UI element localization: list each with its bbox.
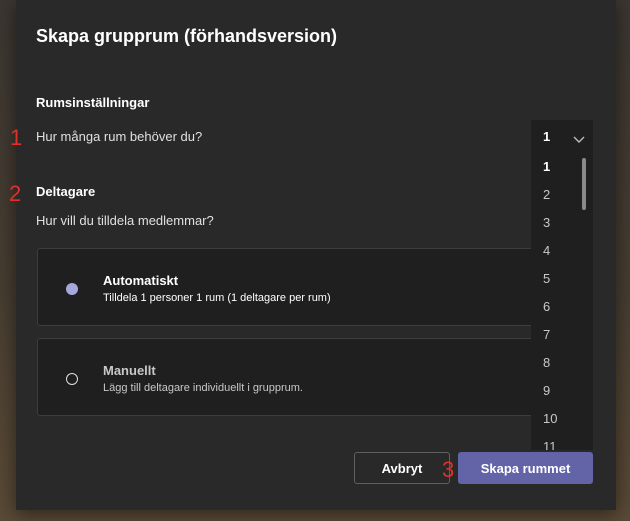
list-option[interactable]: 2 (543, 187, 550, 202)
radio-unselected-icon[interactable] (66, 373, 78, 385)
list-option[interactable]: 7 (543, 327, 550, 342)
room-count-listbox[interactable]: 1 2 3 4 5 6 7 8 9 10 11 (531, 152, 593, 450)
option-title: Automatiskt (103, 273, 179, 288)
annotation-marker-2: 2 (9, 181, 22, 206)
option-description: Lägg till deltagare individuellt i grupp… (103, 382, 303, 394)
option-manual[interactable]: Manuellt Lägg till deltagare individuell… (37, 338, 577, 416)
participants-heading: Deltagare (36, 184, 96, 199)
list-option[interactable]: 4 (543, 243, 550, 258)
list-option[interactable]: 3 (543, 215, 550, 230)
option-automatic[interactable]: Automatiskt Tilldela 1 personer 1 rum (1… (37, 248, 577, 326)
cancel-button[interactable]: Avbryt (354, 452, 450, 484)
room-settings-heading: Rumsinställningar (36, 95, 150, 110)
scrollbar-thumb[interactable] (582, 158, 586, 210)
annotation-marker-3: 3 (442, 457, 455, 482)
dialog-title: Skapa grupprum (förhandsversion) (36, 26, 338, 46)
list-option[interactable]: 6 (543, 299, 550, 314)
annotation-marker-1: 1 (10, 125, 23, 150)
create-breakout-rooms-dialog: Skapa grupprum (förhandsversion) Rumsins… (16, 0, 616, 510)
option-description: Tilldela 1 personer 1 rum (1 deltagare p… (103, 292, 331, 304)
chevron-down-icon[interactable] (573, 131, 585, 149)
assign-question: Hur vill du tilldela medlemmar? (36, 213, 214, 228)
list-option[interactable]: 11 (543, 439, 557, 450)
option-title: Manuellt (103, 363, 156, 378)
select-value: 1 (543, 129, 551, 144)
create-rooms-button[interactable]: Skapa rummet (458, 452, 593, 484)
list-option[interactable]: 1 (543, 159, 550, 174)
room-count-select[interactable]: 1 (531, 120, 593, 152)
rooms-question: Hur många rum behöver du? (36, 129, 203, 144)
list-option[interactable]: 8 (543, 355, 550, 370)
radio-selected-icon[interactable] (66, 283, 78, 295)
list-option[interactable]: 10 (543, 411, 557, 426)
list-option[interactable]: 5 (543, 271, 550, 286)
list-option[interactable]: 9 (543, 383, 550, 398)
